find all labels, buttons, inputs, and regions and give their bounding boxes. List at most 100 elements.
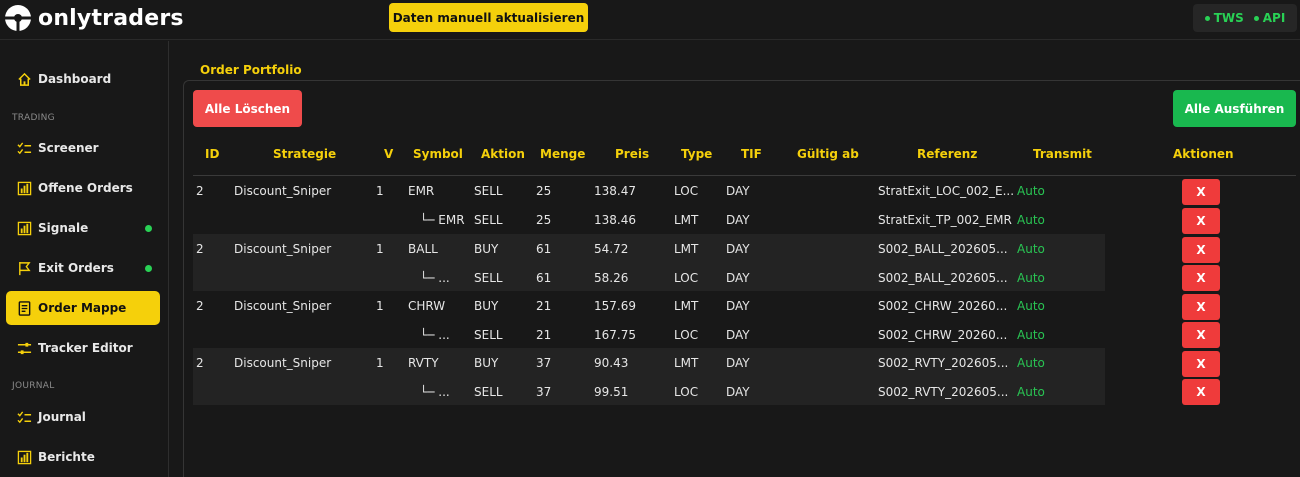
cell-transmit: Auto [1017,356,1045,370]
cell-strategie: Discount_Sniper [234,242,332,256]
cell-type: LOC [674,328,699,342]
column-header-aktionen: Aktionen [1173,147,1234,161]
delete-all-button[interactable]: Alle Löschen [193,90,302,127]
column-header-v[interactable]: V [384,147,393,161]
home-icon [16,71,32,87]
refresh-data-button[interactable]: Daten manuell aktualisieren [389,3,588,32]
cell-tif: DAY [726,356,750,370]
cell-preis: 138.46 [594,213,636,227]
cell-referenz: S002_CHRW_20260... [878,299,1008,313]
column-header-referenz[interactable]: Referenz [917,147,977,161]
cell-symbol: RVTY [408,356,439,370]
cell-type: LOC [674,385,699,399]
cell-preis: 54.72 [594,242,629,256]
cell-type: LMT [674,356,699,370]
section-label-trading: TRADING [12,113,55,123]
cell-symbol: └─ ... [420,271,450,285]
delete-row-button[interactable]: X [1182,379,1220,405]
cell-type: LMT [674,299,699,313]
cell-menge: 37 [536,385,552,399]
column-header-type[interactable]: Type [681,147,712,161]
sidebar-item-label: Dashboard [38,72,112,86]
cell-aktion: SELL [474,328,503,342]
delete-row-button[interactable]: X [1182,351,1220,377]
column-header-aktion[interactable]: Aktion [481,147,525,161]
cell-id: 2 [196,356,204,370]
cell-preis: 167.75 [594,328,636,342]
cell-symbol: └─ ... [420,385,450,399]
notification-dot-icon [145,265,152,272]
cell-tif: DAY [726,328,750,342]
cell-id: 2 [196,242,204,256]
cell-type: LOC [674,271,699,285]
cell-preis: 58.26 [594,271,629,285]
delete-row-button[interactable]: X [1182,179,1220,205]
flag-icon [16,260,32,276]
column-header-id[interactable]: ID [205,147,219,161]
sidebar: Dashboard TRADING Screener Offene Orders… [0,41,169,477]
sidebar-item-exit-orders[interactable]: Exit Orders [6,251,160,285]
cell-strategie: Discount_Sniper [234,299,332,313]
connection-status: TWS API [1193,4,1297,32]
cell-aktion: BUY [474,356,499,370]
document-icon [16,300,32,316]
cell-symbol: EMR [408,184,435,198]
cell-menge: 21 [536,299,552,313]
cell-referenz: S002_RVTY_202605... [878,385,1009,399]
sidebar-item-offene-orders[interactable]: Offene Orders [6,171,160,205]
column-header-symbol[interactable]: Symbol [413,147,463,161]
sidebar-item-tracker-editor[interactable]: Tracker Editor [6,331,160,365]
cell-aktion: SELL [474,184,503,198]
cell-id: 2 [196,184,204,198]
sidebar-item-label: Signale [38,221,89,235]
bar-chart-icon [16,180,32,196]
cell-aktion: BUY [474,242,499,256]
sidebar-item-label: Tracker Editor [38,341,133,355]
cell-transmit: Auto [1017,184,1045,198]
status-dot-icon [1253,15,1259,21]
cell-preis: 138.47 [594,184,636,198]
sidebar-item-screener[interactable]: Screener [6,131,160,165]
sidebar-item-journal[interactable]: Journal [6,400,160,434]
column-header-menge[interactable]: Menge [540,147,585,161]
execute-all-button[interactable]: Alle Ausführen [1173,90,1296,127]
delete-row-button[interactable]: X [1182,237,1220,263]
cell-tif: DAY [726,299,750,313]
sidebar-item-berichte[interactable]: Berichte [6,440,160,474]
cell-type: LMT [674,213,699,227]
delete-row-button[interactable]: X [1182,294,1220,320]
column-header-gueltig-ab[interactable]: Gültig ab [797,147,859,161]
tws-status: TWS [1204,11,1244,25]
sidebar-item-signale[interactable]: Signale [6,211,160,245]
sidebar-item-label: Screener [38,141,99,155]
cell-transmit: Auto [1017,213,1045,227]
delete-row-button[interactable]: X [1182,265,1220,291]
column-header-tif[interactable]: TIF [741,147,762,161]
checklist-icon [16,409,32,425]
sidebar-item-order-mappe[interactable]: Order Mappe [6,291,160,325]
sidebar-item-dashboard[interactable]: Dashboard [6,62,160,96]
logo[interactable]: onlytraders [4,4,184,32]
sidebar-item-label: Exit Orders [38,261,114,275]
cell-referenz: StratExit_LOC_002_E... [878,184,1015,198]
status-dot-icon [1204,15,1210,21]
cell-symbol: CHRW [408,299,446,313]
cell-transmit: Auto [1017,299,1045,313]
cell-v: 1 [376,356,384,370]
logo-icon [4,4,32,32]
delete-row-button[interactable]: X [1182,208,1220,234]
table-header-divider [193,175,1296,176]
cell-aktion: BUY [474,299,499,313]
column-header-transmit[interactable]: Transmit [1033,147,1092,161]
cell-v: 1 [376,184,384,198]
cell-type: LMT [674,242,699,256]
cell-menge: 61 [536,271,552,285]
column-header-strategie[interactable]: Strategie [273,147,336,161]
cell-v: 1 [376,299,384,313]
column-header-preis[interactable]: Preis [615,147,649,161]
cell-menge: 25 [536,184,552,198]
cell-referenz: StratExit_TP_002_EMR [878,213,1012,227]
cell-symbol: └─ ... [420,328,450,342]
delete-row-button[interactable]: X [1182,322,1220,348]
cell-tif: DAY [726,213,750,227]
